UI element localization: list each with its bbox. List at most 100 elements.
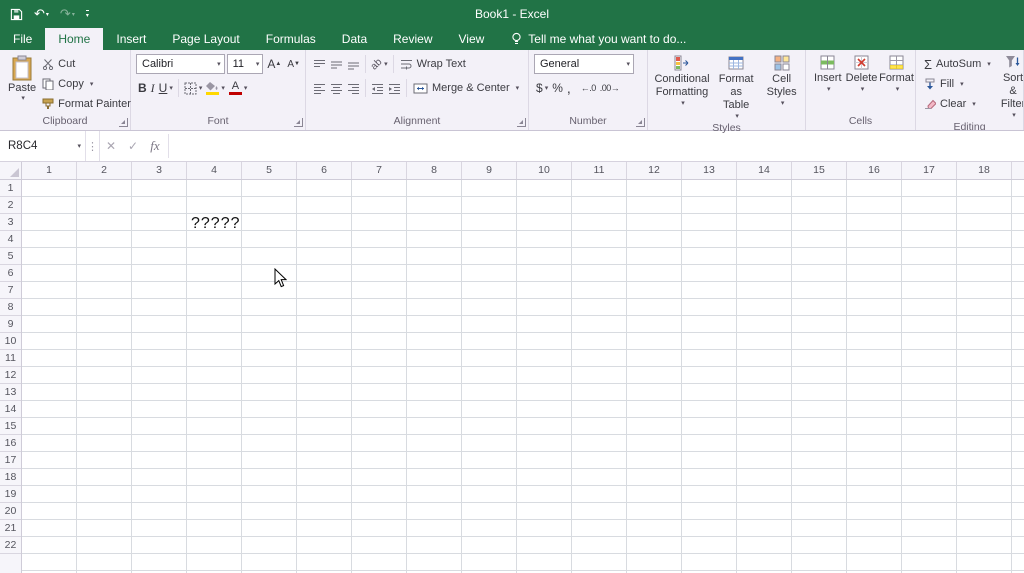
increase-decimal-button[interactable]: ←.0 bbox=[579, 78, 598, 98]
tab-data[interactable]: Data bbox=[329, 28, 380, 50]
column-header[interactable]: 3 bbox=[132, 162, 187, 179]
cell-styles-button[interactable]: Cell Styles ▾ bbox=[761, 54, 802, 108]
decrease-decimal-button[interactable]: .00→ bbox=[598, 78, 622, 98]
row-header[interactable]: 14 bbox=[0, 401, 21, 418]
tab-review[interactable]: Review bbox=[380, 28, 445, 50]
column-header[interactable]: 1 bbox=[22, 162, 77, 179]
row-header[interactable]: 2 bbox=[0, 197, 21, 214]
row-header[interactable]: 10 bbox=[0, 333, 21, 350]
percent-style-button[interactable]: % bbox=[550, 78, 565, 98]
tab-formulas[interactable]: Formulas bbox=[253, 28, 329, 50]
alignment-dialog-launcher[interactable] bbox=[517, 118, 526, 127]
column-header[interactable]: 8 bbox=[407, 162, 462, 179]
align-middle-button[interactable] bbox=[328, 54, 345, 74]
increase-font-size-button[interactable]: A▲ bbox=[265, 54, 283, 74]
row-header[interactable]: 20 bbox=[0, 503, 21, 520]
column-header[interactable]: 6 bbox=[297, 162, 352, 179]
row-header[interactable]: 1 bbox=[0, 180, 21, 197]
row-header[interactable]: 3 bbox=[0, 214, 21, 231]
column-header[interactable]: 5 bbox=[242, 162, 297, 179]
increase-indent-button[interactable] bbox=[386, 78, 403, 98]
number-format-combo[interactable]: General ▾ bbox=[534, 54, 634, 74]
column-header[interactable]: 2 bbox=[77, 162, 132, 179]
delete-cells-button[interactable]: Delete ▾ bbox=[845, 54, 879, 94]
fill-button[interactable]: Fill ▾ bbox=[921, 74, 994, 94]
column-header[interactable]: 15 bbox=[792, 162, 847, 179]
formula-bar-more-icon[interactable]: ⋮ bbox=[86, 131, 100, 161]
column-header[interactable]: 13 bbox=[682, 162, 737, 179]
align-center-button[interactable] bbox=[328, 78, 345, 98]
cut-button[interactable]: Cut bbox=[39, 54, 134, 74]
format-painter-button[interactable]: Format Painter bbox=[39, 94, 134, 114]
tab-view[interactable]: View bbox=[446, 28, 498, 50]
copy-button[interactable]: Copy ▾ bbox=[39, 74, 134, 94]
font-dialog-launcher[interactable] bbox=[294, 118, 303, 127]
name-box[interactable]: R8C4 ▾ bbox=[0, 131, 86, 161]
number-dialog-launcher[interactable] bbox=[636, 118, 645, 127]
orientation-button[interactable]: ab▾ bbox=[369, 54, 390, 74]
autosum-button[interactable]: Σ AutoSum ▾ bbox=[921, 54, 994, 74]
formula-input[interactable] bbox=[171, 131, 1024, 161]
tab-home[interactable]: Home bbox=[45, 28, 103, 50]
column-header[interactable]: 12 bbox=[627, 162, 682, 179]
row-header[interactable]: 5 bbox=[0, 248, 21, 265]
font-color-button[interactable]: A ▾ bbox=[227, 78, 250, 98]
paste-button[interactable]: Paste ▾ bbox=[5, 54, 39, 103]
row-header[interactable]: 13 bbox=[0, 384, 21, 401]
save-icon[interactable] bbox=[10, 8, 23, 21]
row-header[interactable]: 9 bbox=[0, 316, 21, 333]
italic-button[interactable]: I bbox=[149, 78, 157, 98]
font-name-combo[interactable]: Calibri ▾ bbox=[136, 54, 225, 74]
row-header[interactable]: 8 bbox=[0, 299, 21, 316]
column-header[interactable]: 9 bbox=[462, 162, 517, 179]
select-all-corner[interactable] bbox=[0, 162, 22, 180]
decrease-indent-button[interactable] bbox=[369, 78, 386, 98]
row-header[interactable]: 15 bbox=[0, 418, 21, 435]
tell-me-box[interactable]: Tell me what you want to do... bbox=[511, 28, 686, 50]
enter-button[interactable]: ✓ bbox=[122, 131, 144, 161]
tab-insert[interactable]: Insert bbox=[103, 28, 159, 50]
underline-button[interactable]: U▾ bbox=[157, 78, 175, 98]
row-header[interactable]: 7 bbox=[0, 282, 21, 299]
bold-button[interactable]: B bbox=[136, 78, 149, 98]
column-header[interactable]: 16 bbox=[847, 162, 902, 179]
clipboard-dialog-launcher[interactable] bbox=[119, 118, 128, 127]
row-header[interactable]: 19 bbox=[0, 486, 21, 503]
column-header[interactable]: 11 bbox=[572, 162, 627, 179]
comma-style-button[interactable]: , bbox=[565, 78, 573, 98]
undo-icon[interactable]: ↶▾ bbox=[34, 6, 49, 22]
cell-content[interactable]: ????? bbox=[191, 215, 241, 232]
fill-color-button[interactable]: ▾ bbox=[204, 78, 227, 98]
tab-file[interactable]: File bbox=[0, 28, 45, 50]
row-header[interactable]: 4 bbox=[0, 231, 21, 248]
align-bottom-button[interactable] bbox=[345, 54, 362, 74]
row-header[interactable]: 17 bbox=[0, 452, 21, 469]
row-header[interactable]: 21 bbox=[0, 520, 21, 537]
column-header[interactable]: 7 bbox=[352, 162, 407, 179]
align-right-button[interactable] bbox=[345, 78, 362, 98]
row-header[interactable]: 6 bbox=[0, 265, 21, 282]
conditional-formatting-button[interactable]: Conditional Formatting ▾ bbox=[653, 54, 711, 108]
row-header[interactable]: 16 bbox=[0, 435, 21, 452]
format-cells-button[interactable]: Format ▾ bbox=[879, 54, 915, 94]
row-header[interactable]: 12 bbox=[0, 367, 21, 384]
accounting-format-button[interactable]: $▾ bbox=[534, 78, 550, 98]
column-header[interactable]: 14 bbox=[737, 162, 792, 179]
column-header[interactable]: 18 bbox=[957, 162, 1012, 179]
customize-quick-access-icon[interactable]: ▾ bbox=[86, 10, 89, 19]
merge-center-button[interactable]: Merge & Center ▾ bbox=[410, 78, 522, 98]
row-header[interactable]: 11 bbox=[0, 350, 21, 367]
format-as-table-button[interactable]: Format as Table ▾ bbox=[711, 54, 761, 121]
column-header[interactable]: 4 bbox=[187, 162, 242, 179]
sheet-cells[interactable]: ????? bbox=[22, 180, 1024, 573]
clear-button[interactable]: Clear ▾ bbox=[921, 94, 994, 114]
row-header[interactable]: 18 bbox=[0, 469, 21, 486]
align-left-button[interactable] bbox=[311, 78, 328, 98]
row-header[interactable]: 22 bbox=[0, 537, 21, 554]
sort-filter-button[interactable]: Sort & Filter ▾ bbox=[998, 54, 1024, 120]
insert-cells-button[interactable]: Insert ▾ bbox=[811, 54, 845, 94]
font-size-combo[interactable]: 11 ▾ bbox=[227, 54, 264, 74]
cancel-button[interactable]: ✕ bbox=[100, 131, 122, 161]
insert-function-button[interactable]: fx bbox=[144, 131, 166, 161]
column-header[interactable]: 17 bbox=[902, 162, 957, 179]
